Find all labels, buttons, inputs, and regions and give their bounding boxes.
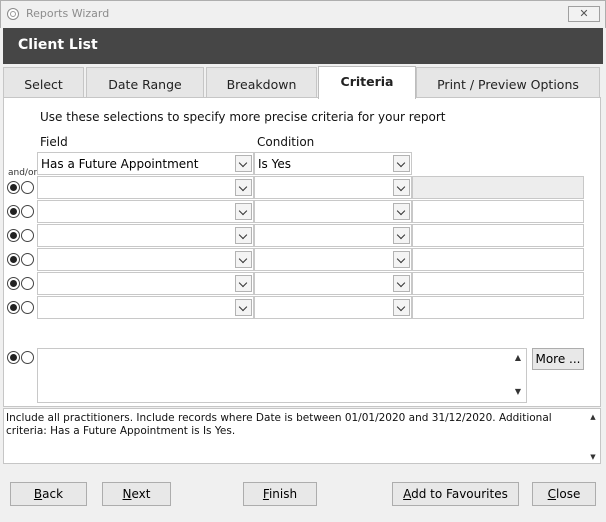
window-title: Reports Wizard — [26, 7, 110, 20]
chevron-down-icon[interactable] — [235, 203, 252, 220]
field-select[interactable] — [37, 296, 254, 319]
next-button-label: Next — [122, 487, 151, 501]
or-radio[interactable] — [21, 301, 34, 314]
and-radio[interactable] — [7, 301, 20, 314]
finish-button-label: Finish — [262, 487, 298, 501]
add-to-favourites-label: Add to Favourites — [403, 487, 508, 501]
finish-button[interactable]: Finish — [243, 482, 317, 506]
and-radio[interactable] — [7, 253, 20, 266]
tab-criteria[interactable]: Criteria — [318, 66, 416, 99]
chevron-down-icon[interactable] — [393, 179, 410, 196]
condition-column-header: Condition — [257, 135, 315, 149]
value-cell[interactable] — [412, 296, 584, 319]
value-cell[interactable] — [412, 248, 584, 271]
summary-text: Include all practitioners. Include recor… — [6, 412, 552, 437]
close-button[interactable]: Close — [532, 482, 596, 506]
field-select[interactable] — [37, 248, 254, 271]
condition-select[interactable] — [254, 272, 412, 295]
chevron-down-icon[interactable] — [393, 155, 410, 172]
field-select[interactable]: Has a Future Appointment — [37, 152, 254, 175]
criteria-summary: Include all practitioners. Include recor… — [3, 408, 601, 464]
summary-scroll-down-icon[interactable]: ▼ — [588, 452, 598, 462]
and-radio[interactable] — [7, 351, 20, 364]
value-cell[interactable] — [412, 176, 584, 199]
field-select[interactable] — [37, 200, 254, 223]
app-icon — [7, 8, 19, 20]
chevron-down-icon[interactable] — [235, 155, 252, 172]
field-select-value: Has a Future Appointment — [41, 157, 199, 171]
chevron-down-icon[interactable] — [235, 227, 252, 244]
field-select[interactable] — [37, 176, 254, 199]
summary-scroll-up-icon[interactable]: ▲ — [588, 412, 598, 422]
report-title: Client List — [18, 37, 98, 53]
andor-label: and/or — [8, 168, 38, 178]
or-radio[interactable] — [21, 205, 34, 218]
condition-select[interactable] — [254, 248, 412, 271]
tab-date-range[interactable]: Date Range — [86, 67, 204, 97]
value-cell — [412, 152, 584, 175]
back-button[interactable]: Back — [10, 482, 87, 506]
chevron-down-icon[interactable] — [393, 299, 410, 316]
and-radio[interactable] — [7, 229, 20, 242]
condition-select-value: Is Yes — [258, 157, 291, 171]
condition-select[interactable] — [254, 176, 412, 199]
condition-select[interactable] — [254, 224, 412, 247]
add-to-favourites-button[interactable]: Add to Favourites — [392, 482, 519, 506]
or-radio[interactable] — [21, 181, 34, 194]
and-radio[interactable] — [7, 205, 20, 218]
value-cell[interactable] — [412, 224, 584, 247]
close-button-label: Close — [547, 487, 581, 501]
value-cell[interactable] — [412, 200, 584, 223]
condition-select[interactable] — [254, 296, 412, 319]
or-radio[interactable] — [21, 253, 34, 266]
or-radio[interactable] — [21, 277, 34, 290]
value-cell[interactable] — [412, 272, 584, 295]
chevron-down-icon[interactable] — [235, 299, 252, 316]
field-select[interactable] — [37, 224, 254, 247]
chevron-down-icon[interactable] — [235, 275, 252, 292]
and-radio[interactable] — [7, 277, 20, 290]
criteria-instructions: Use these selections to specify more pre… — [40, 110, 446, 124]
tab-print-preview-options[interactable]: Print / Preview Options — [416, 67, 600, 97]
field-column-header: Field — [40, 135, 68, 149]
next-button[interactable]: Next — [102, 482, 171, 506]
or-radio[interactable] — [21, 229, 34, 242]
tab-breakdown[interactable]: Breakdown — [206, 67, 317, 97]
chevron-down-icon[interactable] — [235, 179, 252, 196]
chevron-down-icon[interactable] — [393, 203, 410, 220]
window-close-button[interactable]: ✕ — [568, 6, 600, 22]
scroll-up-icon[interactable]: ▲ — [512, 352, 524, 364]
field-select[interactable] — [37, 272, 254, 295]
back-button-label: Back — [33, 487, 64, 501]
condition-select[interactable] — [254, 200, 412, 223]
chevron-down-icon[interactable] — [393, 275, 410, 292]
scroll-down-icon[interactable]: ▼ — [512, 386, 524, 398]
more-button[interactable]: More ... — [532, 348, 584, 370]
or-radio[interactable] — [21, 351, 34, 364]
and-radio[interactable] — [7, 181, 20, 194]
chevron-down-icon[interactable] — [393, 227, 410, 244]
condition-select[interactable]: Is Yes — [254, 152, 412, 175]
report-header: Client List — [3, 28, 603, 64]
free-criteria-textarea[interactable] — [37, 348, 527, 403]
tab-select[interactable]: Select — [3, 67, 84, 97]
chevron-down-icon[interactable] — [235, 251, 252, 268]
chevron-down-icon[interactable] — [393, 251, 410, 268]
